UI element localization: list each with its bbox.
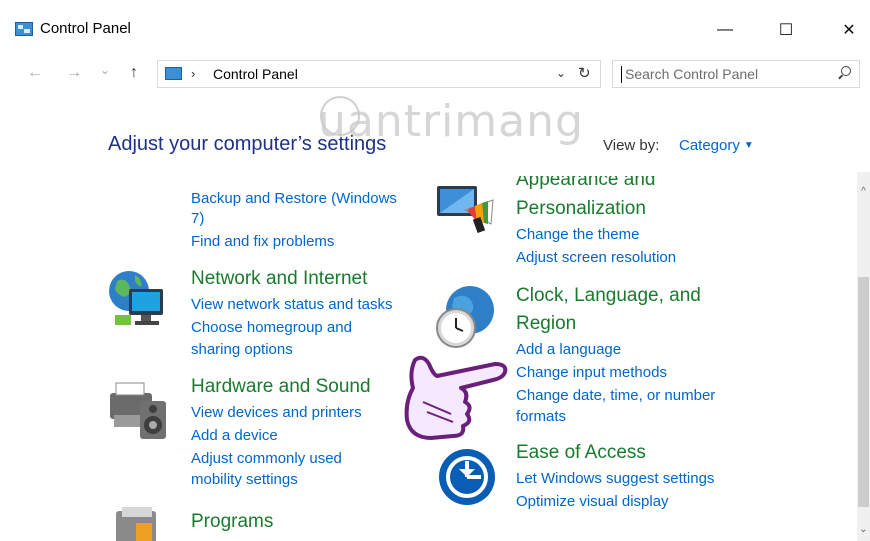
link-change-input[interactable]: Change input methods — [516, 364, 667, 381]
control-panel-icon — [15, 22, 33, 36]
minimize-button[interactable]: — — [702, 14, 748, 46]
view-by-dropdown[interactable]: Category ▼ — [679, 137, 754, 154]
link-find-fix-problems[interactable]: Find and fix problems — [191, 233, 334, 250]
recent-locations-button[interactable]: ⌄ — [100, 63, 110, 77]
link-network-status[interactable]: View network status and tasks — [191, 296, 393, 313]
breadcrumb-control-panel[interactable]: Control Panel — [213, 66, 298, 82]
clock-title-cont[interactable]: Region — [516, 313, 576, 335]
ease-of-access-icon[interactable] — [437, 447, 497, 507]
link-homegroup[interactable]: Choose homegroup and — [191, 319, 352, 336]
network-icon[interactable] — [107, 267, 169, 329]
appearance-title[interactable]: Personalization — [516, 198, 646, 220]
up-button[interactable]: ↑ — [130, 64, 138, 82]
pointing-hand-watermark-icon — [404, 355, 508, 440]
link-change-date-time-cont[interactable]: formats — [516, 408, 566, 425]
link-optimize-display[interactable]: Optimize visual display — [516, 493, 669, 510]
title-bar: Control Panel — ☐ ✕ — [0, 0, 870, 52]
control-panel-small-icon — [165, 67, 182, 80]
hardware-sound-icon[interactable] — [108, 375, 170, 441]
link-view-devices[interactable]: View devices and printers — [191, 404, 362, 421]
window-title: Control Panel — [40, 20, 131, 37]
address-bar[interactable]: › Control Panel ⌄ ↻ — [157, 60, 601, 88]
hardware-title[interactable]: Hardware and Sound — [191, 376, 371, 398]
programs-title[interactable]: Programs — [191, 511, 273, 533]
refresh-button[interactable]: ↻ — [578, 64, 591, 82]
ease-of-access-title[interactable]: Ease of Access — [516, 442, 646, 464]
link-add-language[interactable]: Add a language — [516, 341, 621, 358]
link-mobility-settings[interactable]: Adjust commonly used — [191, 450, 342, 467]
breadcrumb-separator[interactable]: › — [191, 66, 195, 81]
appearance-icon[interactable] — [435, 180, 499, 238]
view-by-label: View by: — [603, 137, 660, 154]
link-mobility-settings-cont[interactable]: mobility settings — [191, 471, 298, 488]
view-by-value: Category — [679, 137, 740, 154]
link-windows-suggest[interactable]: Let Windows suggest settings — [516, 470, 714, 487]
text-caret — [621, 66, 622, 83]
network-title[interactable]: Network and Internet — [191, 268, 367, 290]
forward-button[interactable]: → — [66, 64, 82, 82]
categories-panel: Backup and Restore (Windows 7) Find and … — [0, 172, 855, 541]
link-adjust-resolution[interactable]: Adjust screen resolution — [516, 249, 676, 266]
search-input[interactable]: Search Control Panel — [612, 60, 860, 88]
maximize-button[interactable]: ☐ — [763, 14, 809, 46]
clock-title[interactable]: Clock, Language, and — [516, 285, 701, 307]
link-backup-restore-cont[interactable]: 7) — [191, 210, 204, 227]
address-dropdown-button[interactable]: ⌄ — [556, 66, 566, 80]
navigation-bar: ← → ⌄ ↑ › Control Panel ⌄ ↻ Search Contr… — [0, 60, 870, 90]
link-backup-restore[interactable]: Backup and Restore (Windows — [191, 190, 397, 207]
close-button[interactable]: ✕ — [826, 14, 870, 46]
scroll-up-arrow-icon[interactable]: ^ — [857, 186, 870, 197]
back-button[interactable]: ← — [27, 64, 43, 82]
programs-icon[interactable] — [110, 505, 166, 541]
link-change-theme[interactable]: Change the theme — [516, 226, 639, 243]
clock-language-icon[interactable] — [432, 284, 498, 350]
page-heading: Adjust your computer’s settings — [108, 133, 387, 155]
scroll-down-arrow-icon[interactable]: ⌄ — [857, 524, 870, 535]
appearance-title-top[interactable]: Appearance and — [516, 176, 655, 190]
search-icon[interactable] — [841, 66, 851, 76]
search-placeholder: Search Control Panel — [625, 66, 759, 82]
link-add-device[interactable]: Add a device — [191, 427, 278, 444]
link-homegroup-cont[interactable]: sharing options — [191, 341, 293, 358]
vertical-scrollbar[interactable]: ^ ⌄ — [857, 172, 870, 541]
dropdown-arrow-icon: ▼ — [743, 140, 754, 151]
scroll-thumb[interactable] — [858, 277, 869, 507]
link-change-date-time[interactable]: Change date, time, or number — [516, 387, 715, 404]
